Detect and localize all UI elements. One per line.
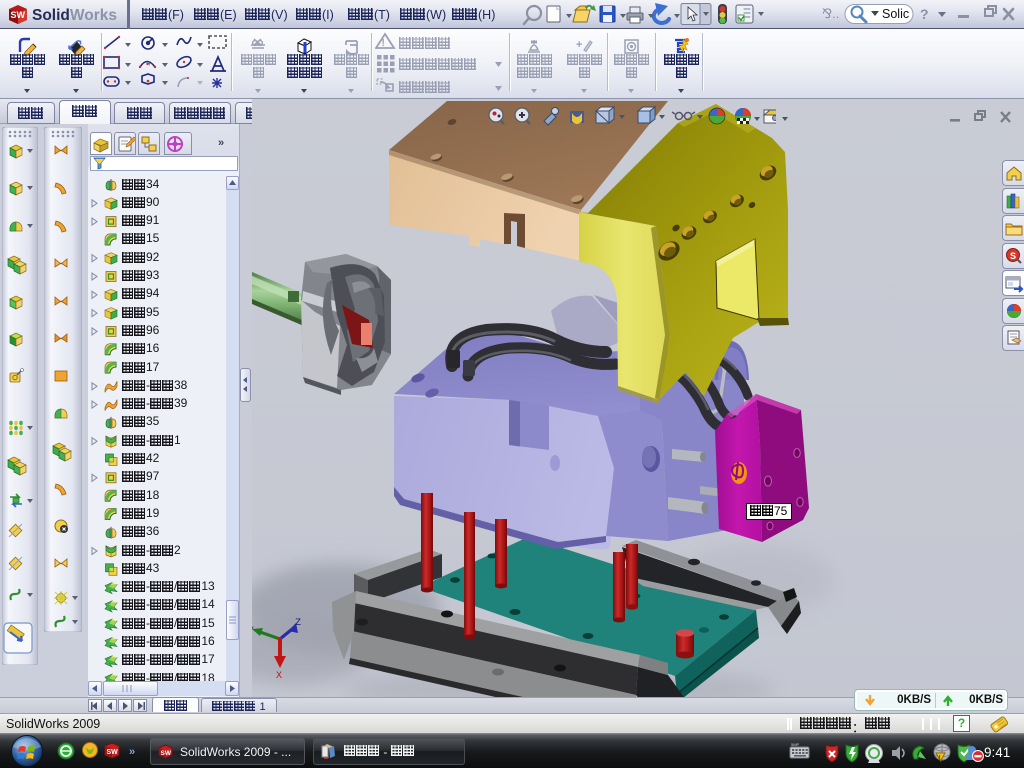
svg-text:?: ? [920, 6, 929, 22]
svg-text:!: ! [939, 756, 941, 762]
svg-text:SW: SW [107, 749, 119, 756]
svg-text:»: » [129, 746, 135, 758]
svg-text:S: S [1010, 251, 1016, 261]
svg-text:Z: Z [295, 618, 301, 629]
svg-text:X: X [276, 671, 282, 682]
svg-text:SW: SW [161, 750, 172, 757]
svg-text:SolidWorks: SolidWorks [32, 7, 117, 24]
svg-text:Solic: Solic [882, 7, 909, 21]
svg-text:5MP: 5MP [791, 742, 800, 747]
svg-text:⅋..: ⅋.. [822, 6, 839, 21]
svg-text:!: ! [382, 38, 385, 49]
svg-text:+: + [576, 39, 582, 51]
svg-text:Y: Y [252, 626, 254, 637]
svg-text:SW: SW [11, 10, 26, 20]
svg-text:+: + [147, 59, 152, 68]
